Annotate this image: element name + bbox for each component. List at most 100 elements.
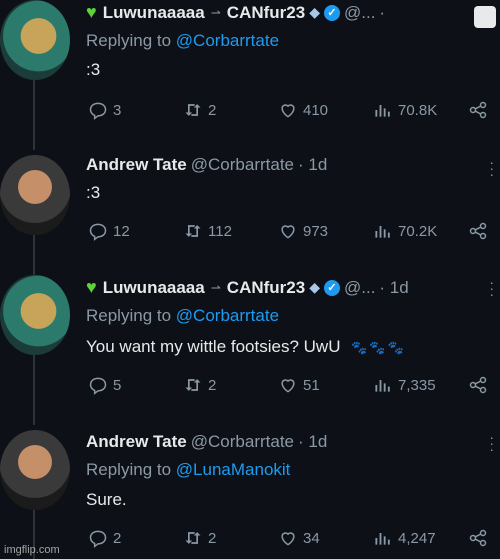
reply-icon [89,102,107,120]
action-bar: 3 2 410 70.8K [88,100,488,122]
tweet-text: :3 [86,60,100,80]
reply-count: 5 [113,376,122,394]
tweet-text: You want my wittle footsies? UwU 🐾🐾🐾 [86,337,406,357]
mention-link[interactable]: @LunaManokit [176,460,291,479]
like-count: 34 [303,529,320,547]
timestamp[interactable]: · 1d [298,432,327,452]
share-button[interactable] [468,528,488,548]
display-name[interactable]: Luwunaaaaa [103,3,205,23]
tweet-4[interactable]: Andrew Tate @Corbarrtate · 1d · · · Replyi… [0,430,500,559]
reply-button[interactable]: 2 [88,528,121,548]
timestamp[interactable]: · [379,3,385,23]
display-name-part[interactable]: CANfur23 [227,278,305,298]
green-heart-icon: ♥ [86,277,97,297]
reply-button[interactable]: 12 [88,221,130,241]
like-count: 410 [303,101,329,119]
retweet-button[interactable]: 112 [183,221,232,241]
handle[interactable]: @... [344,278,375,298]
reply-count: 3 [113,101,122,119]
verified-icon: ✓ [323,4,340,21]
reply-icon [89,530,107,548]
tweet-2[interactable]: Andrew Tate @Corbarrtate · 1d · · · :3 12 … [0,155,500,275]
mention-link[interactable]: @Corbarrtate [176,306,279,325]
avatar[interactable] [0,0,70,80]
tweet-header: Andrew Tate @Corbarrtate · 1d [86,155,327,175]
views-count: 70.2K [398,222,438,240]
retweet-button[interactable]: 2 [183,100,216,120]
avatar[interactable] [0,275,70,355]
action-bar: 2 2 34 4,247 [88,528,488,550]
more-options-icon[interactable]: · · · [489,155,494,181]
mention-link[interactable]: @Corbarrtate [176,31,279,50]
views-count: 7,335 [398,376,436,394]
like-button[interactable]: 34 [278,528,320,548]
tweet-header: ♥ Luwunaaaaa ⇀ CANfur23 ◆ ✓ @... · [86,2,385,23]
share-icon [469,529,487,547]
tweet-3[interactable]: ♥ Luwunaaaaa ⇀ CANfur23 ◆ ✓ @... · 1d · ·… [0,275,500,425]
like-count: 51 [303,376,320,394]
tweet-text-body: You want my wittle footsies? UwU [86,337,341,356]
like-button[interactable]: 51 [278,375,320,395]
display-name[interactable]: Andrew Tate [86,155,187,175]
replying-to: Replying to @LunaManokit [86,460,290,480]
action-bar: 5 2 51 7,335 [88,375,488,397]
views-button[interactable]: 70.2K [373,221,437,241]
views-icon [375,380,390,392]
reply-icon [89,377,107,395]
tweet-text-body: Sure. [86,490,127,509]
display-name[interactable]: Luwunaaaaa [103,278,205,298]
tweet-text-body: :3 [86,183,101,202]
display-name[interactable]: Andrew Tate [86,432,187,452]
like-button[interactable]: 973 [278,221,328,241]
like-count: 973 [303,222,329,240]
tweet-1[interactable]: ♥ Luwunaaaaa ⇀ CANfur23 ◆ ✓ @... · Reply… [0,0,500,150]
timestamp[interactable]: · 1d [379,278,408,298]
fish-icon: ◆ [309,4,320,20]
share-icon [469,101,487,119]
views-button[interactable]: 7,335 [373,375,436,395]
retweet-icon [185,532,201,544]
views-button[interactable]: 70.8K [373,100,437,120]
like-button[interactable]: 410 [278,100,328,120]
tweet-text-body: :3 [86,60,101,79]
green-heart-icon: ♥ [86,2,97,22]
handle[interactable]: @... [344,3,375,23]
watermark: imgflip.com [4,544,60,556]
display-name-part[interactable]: CANfur23 [227,3,305,23]
heart-icon [281,379,295,393]
retweet-button[interactable]: 2 [183,375,216,395]
share-button[interactable] [468,375,488,395]
reply-button[interactable]: 5 [88,375,121,395]
reply-count: 2 [113,529,122,547]
retweet-icon [185,379,201,391]
retweet-button[interactable]: 2 [183,528,216,548]
action-bar: 12 112 973 70.2K [88,221,488,243]
avatar[interactable] [0,155,70,235]
replying-to: Replying to @Corbarrtate [86,31,279,51]
share-button[interactable] [468,100,488,120]
retweet-count: 2 [208,529,217,547]
views-icon [375,533,390,545]
reply-count: 12 [113,222,130,240]
retweet-count: 112 [208,222,232,240]
more-options-icon[interactable]: · · · [489,275,494,301]
heart-icon [281,225,295,239]
thread-line [33,235,35,275]
views-icon [375,226,390,238]
avatar[interactable] [0,430,70,510]
tweet-header: ♥ Luwunaaaaa ⇀ CANfur23 ◆ ✓ @... · 1d [86,277,409,298]
share-icon [469,376,487,394]
share-button[interactable] [468,221,488,241]
timestamp[interactable]: · 1d [298,155,327,175]
more-options-icon[interactable]: · · · [489,430,494,456]
reply-button[interactable]: 3 [88,100,121,120]
reply-icon [89,223,107,241]
replying-label: Replying to [86,306,172,325]
arrow-icon: ⇀ [210,280,221,295]
handle[interactable]: @Corbarrtate [191,155,294,175]
heart-icon [281,532,295,546]
arrow-icon: ⇀ [210,5,221,20]
handle[interactable]: @Corbarrtate [191,432,294,452]
retweet-icon [185,104,201,116]
views-button[interactable]: 4,247 [373,528,436,548]
